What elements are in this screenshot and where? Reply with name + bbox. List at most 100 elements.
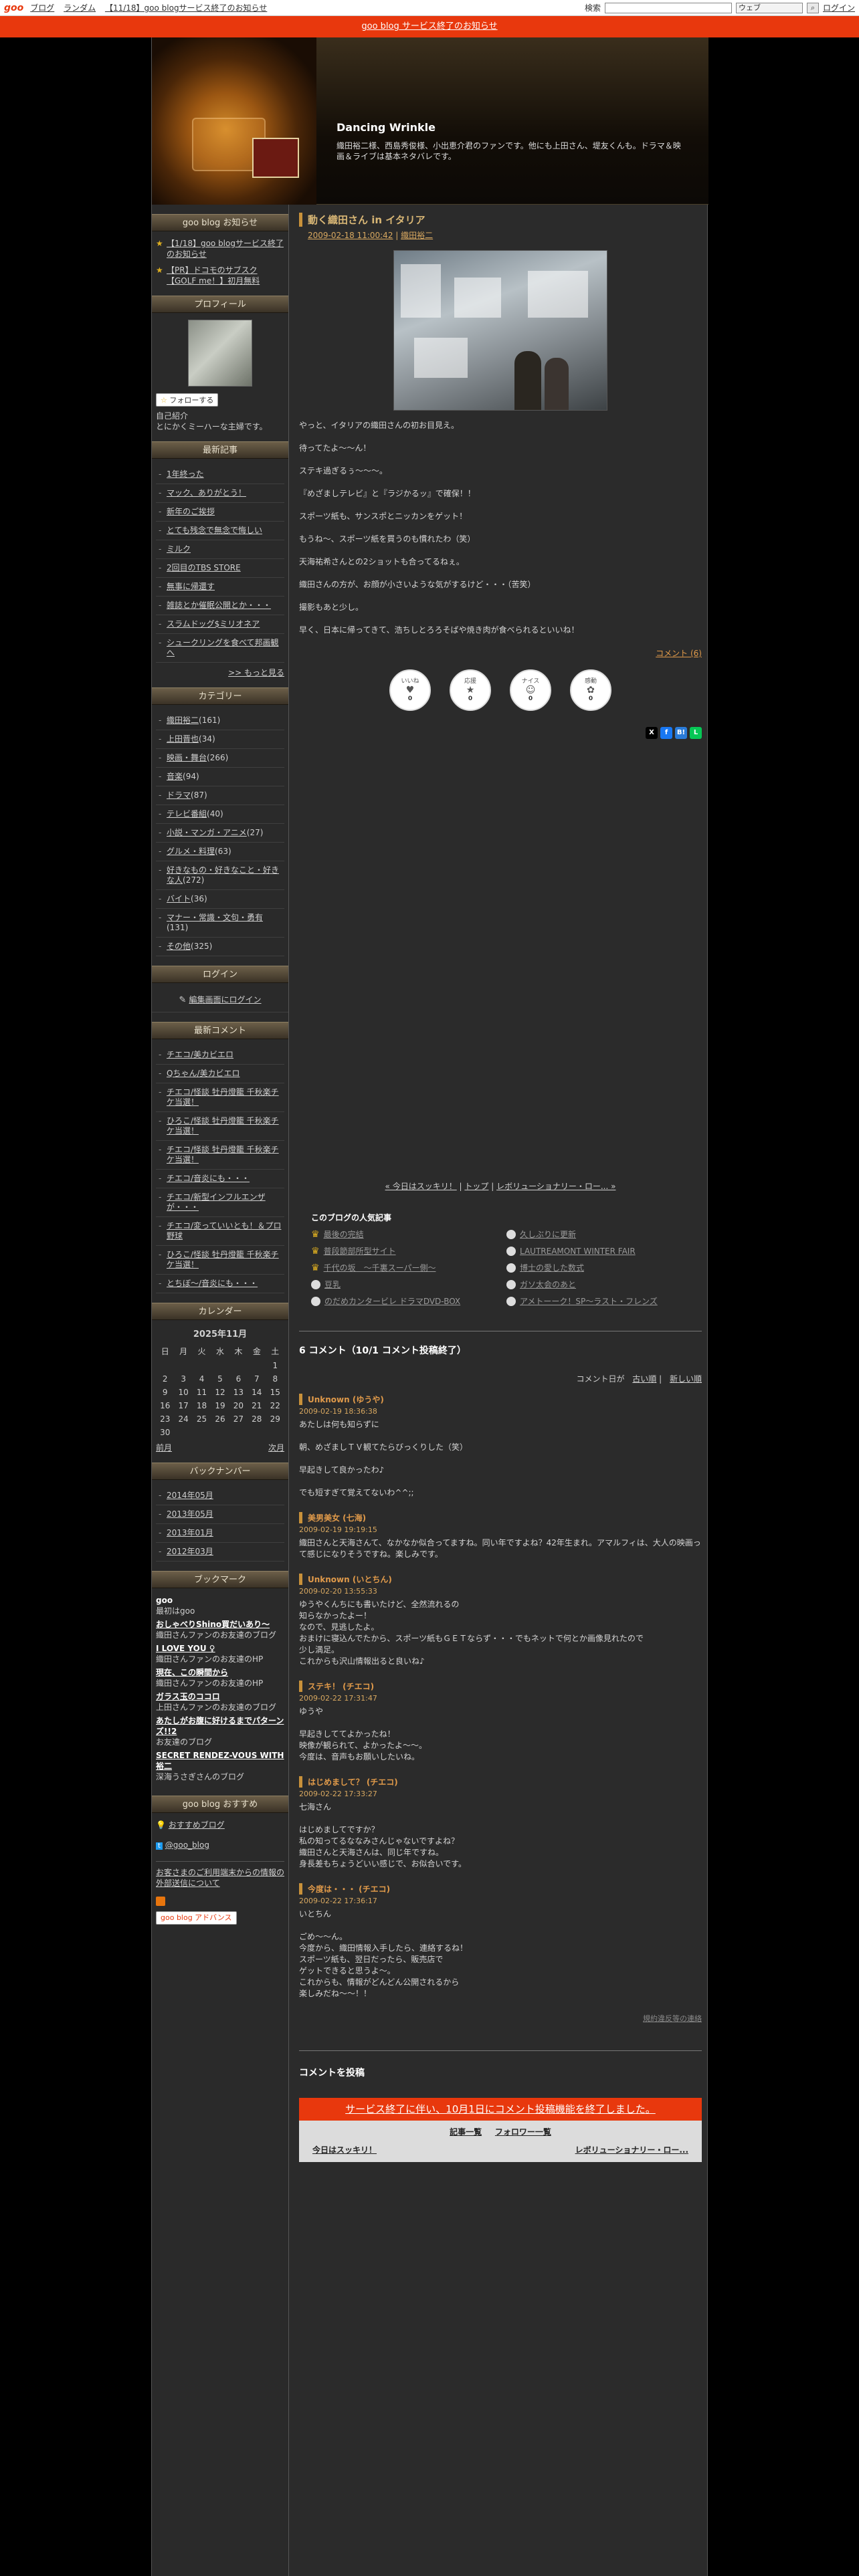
follow-button[interactable]: ☆ フォローする bbox=[156, 393, 219, 407]
recent-comment-link[interactable]: Qちゃん/美カビエロ bbox=[167, 1069, 240, 1078]
category-name[interactable]: その他 bbox=[167, 942, 191, 951]
footer-next-link[interactable]: レボリューショナリー・ロー... bbox=[575, 2144, 688, 2155]
post-photo[interactable] bbox=[393, 250, 607, 411]
popular-link[interactable]: 千代の坂 〜千裏スーパー側〜 bbox=[324, 1262, 436, 1273]
recent-comment[interactable]: ひろこ/怪談 牡丹燈籠 千秋楽チケ当選！ bbox=[156, 1246, 284, 1275]
popular-link[interactable]: 博士の愛した数式 bbox=[520, 1262, 584, 1273]
sort-old-link[interactable]: 古い順 bbox=[632, 1374, 656, 1384]
recent-article-link[interactable]: とても残念で無念で悔しい bbox=[167, 526, 262, 535]
category-item[interactable]: バイト(36) bbox=[156, 890, 284, 909]
report-link[interactable]: 規約違反等の連絡 bbox=[299, 2013, 702, 2024]
popular-link[interactable]: 久しぶりに更新 bbox=[520, 1228, 576, 1240]
recent-article-link[interactable]: スラムドッグ$ミリオネア bbox=[167, 619, 260, 629]
reaction-button[interactable]: ナイス ☺ 0 bbox=[510, 669, 551, 711]
bookmark-link[interactable]: あたしがお腹に好けるまでパターンズ!!2 bbox=[156, 1715, 284, 1737]
recent-comment-link[interactable]: チエコ/変っていいとも！＆プロ野球 bbox=[167, 1221, 281, 1241]
backnumber-link[interactable]: 2013年01月 bbox=[167, 1528, 213, 1537]
news-item[interactable]: 【PR】ドコモのサブスク【GOLF me！】初月無料 bbox=[167, 265, 260, 286]
recent-comment-link[interactable]: チエコ/新型インフルエンザが・・・ bbox=[167, 1192, 266, 1212]
calendar-next-link[interactable]: 次月 bbox=[268, 1442, 284, 1453]
popular-item[interactable]: 豆乳 bbox=[311, 1279, 506, 1290]
bookmark-link[interactable]: ガラス玉のココロ bbox=[156, 1691, 284, 1702]
recent-article[interactable]: とても残念で無念で悔しい bbox=[156, 522, 284, 540]
category-item[interactable]: 好きなもの・好きなこと・好きな人(272) bbox=[156, 861, 284, 890]
nav-service-end[interactable]: 【11/18】goo blogサービス終了のお知らせ bbox=[105, 3, 267, 13]
recent-article[interactable]: ミルク bbox=[156, 540, 284, 559]
hatena-share-icon[interactable]: B! bbox=[675, 727, 687, 739]
line-share-icon[interactable]: L bbox=[690, 727, 702, 739]
service-end-link[interactable]: goo blog サービス終了のお知らせ bbox=[361, 21, 497, 31]
popular-item[interactable]: ♛ 普段節部所型サイト bbox=[311, 1245, 506, 1257]
popular-link[interactable]: アメトーーク！SP〜ラスト・フレンズ bbox=[520, 1295, 658, 1307]
adv-button[interactable]: goo blog アドバンス bbox=[156, 1911, 237, 1925]
backnumber[interactable]: 2013年01月 bbox=[156, 1524, 284, 1543]
category-item[interactable]: テレビ番組(40) bbox=[156, 805, 284, 824]
bookmark-link[interactable]: I LOVE YOU ♀ bbox=[156, 1643, 284, 1654]
reaction-button[interactable]: 感動 ✿ 0 bbox=[570, 669, 611, 711]
popular-item[interactable]: 久しぶりに更新 bbox=[506, 1228, 702, 1240]
recent-comment[interactable]: とちぼ〜/音炎にも・・・ bbox=[156, 1275, 284, 1293]
login-edit-link[interactable]: 編集画面にログイン bbox=[189, 995, 262, 1004]
post-category[interactable]: 織田裕二 bbox=[401, 231, 433, 240]
backnumber[interactable]: 2012年03月 bbox=[156, 1543, 284, 1562]
recent-article[interactable]: 1年終った bbox=[156, 465, 284, 484]
category-name[interactable]: 上田晋也 bbox=[167, 734, 199, 744]
bookmark-link[interactable]: goo bbox=[156, 1595, 284, 1606]
pager-top-link[interactable]: トップ bbox=[464, 1182, 488, 1191]
blog-title[interactable]: Dancing Wrinkle bbox=[337, 121, 707, 134]
recent-comment[interactable]: チエコ/新型インフルエンザが・・・ bbox=[156, 1188, 284, 1217]
post-title[interactable]: 動く織田さん in イタリア bbox=[299, 213, 702, 227]
popular-link[interactable]: ガソ太会のあと bbox=[520, 1279, 576, 1290]
category-name[interactable]: 映画・舞台 bbox=[167, 753, 207, 762]
calendar-prev-link[interactable]: 前月 bbox=[156, 1442, 172, 1453]
category-item[interactable]: 織田裕二(161) bbox=[156, 712, 284, 730]
search-scope-select[interactable]: ウェブ bbox=[735, 2, 803, 13]
reaction-button[interactable]: いいね ♥ 0 bbox=[389, 669, 431, 711]
article-list-link[interactable]: 記事一覧 bbox=[450, 2127, 482, 2137]
category-name[interactable]: 音楽 bbox=[167, 772, 183, 781]
external-info-link[interactable]: お客さまのご利用端末からの情報の外部送信について bbox=[156, 1861, 284, 1889]
bookmark-link[interactable]: SECRET RENDEZ-VOUS WITH 裕二 bbox=[156, 1750, 284, 1772]
category-item[interactable]: 上田晋也(34) bbox=[156, 730, 284, 749]
recent-article-link[interactable]: 新年のご挨拶 bbox=[167, 507, 215, 516]
profile-avatar[interactable] bbox=[188, 320, 252, 387]
category-name[interactable]: テレビ番組 bbox=[167, 809, 207, 819]
twitter-account-link[interactable]: @goo_blog bbox=[165, 1840, 209, 1850]
sort-new-link[interactable]: 新しい順 bbox=[670, 1374, 702, 1384]
facebook-share-icon[interactable]: f bbox=[660, 727, 672, 739]
recent-article-link[interactable]: 雑誌とか催眠公開とか・・・ bbox=[167, 601, 271, 610]
recent-article[interactable]: 2回目のTBS STORE bbox=[156, 559, 284, 578]
recent-article-link[interactable]: 無事に帰還す bbox=[167, 582, 215, 591]
category-item[interactable]: 小説・マンガ・アニメ(27) bbox=[156, 824, 284, 843]
recommend-blog-link[interactable]: おすすめブログ bbox=[169, 1820, 225, 1830]
popular-item[interactable]: ガソ太会のあと bbox=[506, 1279, 702, 1290]
service-end-banner[interactable]: goo blog サービス終了のお知らせ bbox=[0, 16, 859, 37]
popular-item[interactable]: のだめカンタービレ ドラマDVD-BOX bbox=[311, 1295, 506, 1307]
post-date[interactable]: 2009-02-18 11:00:42 bbox=[308, 231, 393, 240]
recent-article[interactable]: 新年のご挨拶 bbox=[156, 503, 284, 522]
recent-article-link[interactable]: ミルク bbox=[167, 544, 191, 554]
login-link[interactable]: ログイン bbox=[823, 2, 855, 13]
popular-link[interactable]: のだめカンタービレ ドラマDVD-BOX bbox=[324, 1295, 460, 1307]
popular-link[interactable]: 普段節部所型サイト bbox=[324, 1245, 396, 1257]
nav-blog[interactable]: ブログ bbox=[30, 3, 54, 13]
category-item[interactable]: ドラマ(87) bbox=[156, 786, 284, 805]
recent-comment[interactable]: チエコ/怪談 牡丹燈籠 千秋楽チケ当選！ bbox=[156, 1083, 284, 1112]
recent-article[interactable]: シュークリングを食べて邦画観へ bbox=[156, 634, 284, 663]
pager-next-link[interactable]: レボリューショナリー・ロー... » bbox=[496, 1182, 615, 1191]
nav-random[interactable]: ランダム bbox=[64, 3, 96, 13]
recent-article[interactable]: スラムドッグ$ミリオネア bbox=[156, 615, 284, 634]
category-name[interactable]: 織田裕二 bbox=[167, 716, 199, 725]
goo-logo[interactable]: goo bbox=[4, 3, 23, 13]
backnumber-link[interactable]: 2013年05月 bbox=[167, 1509, 213, 1519]
popular-item[interactable]: アメトーーク！SP〜ラスト・フレンズ bbox=[506, 1295, 702, 1307]
recent-comment[interactable]: チエコ/変っていいとも！＆プロ野球 bbox=[156, 1217, 284, 1246]
popular-link[interactable]: 豆乳 bbox=[324, 1279, 341, 1290]
category-name[interactable]: ドラマ bbox=[167, 790, 191, 800]
category-name[interactable]: グルメ・料理 bbox=[167, 847, 215, 856]
recent-comment-link[interactable]: ひろこ/怪談 牡丹燈籠 千秋楽チケ当選！ bbox=[167, 1250, 279, 1269]
recent-comment-link[interactable]: とちぼ〜/音炎にも・・・ bbox=[167, 1279, 258, 1288]
recent-article[interactable]: マック、ありがとう！ bbox=[156, 484, 284, 503]
recent-comment-link[interactable]: チエコ/怪談 牡丹燈籠 千秋楽チケ当選！ bbox=[167, 1145, 279, 1164]
reaction-button[interactable]: 応援 ★ 0 bbox=[450, 669, 491, 711]
